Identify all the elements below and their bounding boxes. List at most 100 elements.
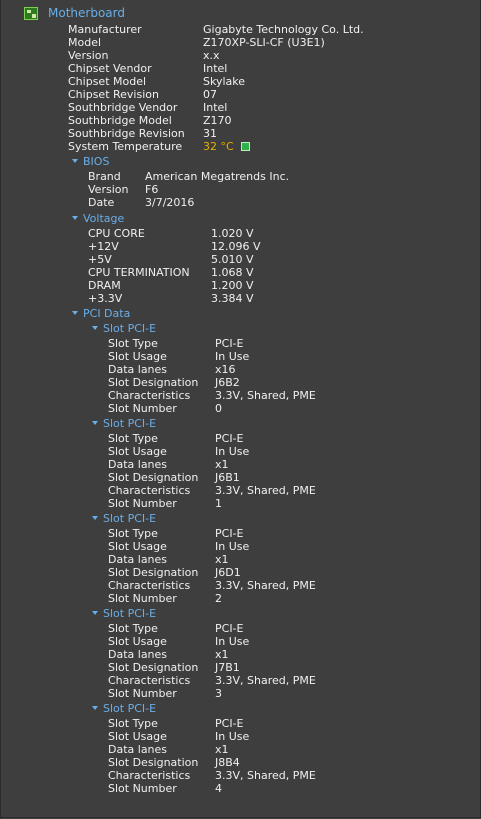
section-header-bios[interactable]: BIOS [72,155,109,168]
section-title: Slot PCI-E [103,322,157,335]
property-value: Intel [203,62,228,75]
property-value: 1.200 V [211,279,254,292]
property-key: Slot Type [108,432,158,445]
property-value: J6B2 [215,376,240,389]
property-value: 4 [215,782,222,795]
property-value: In Use [215,350,250,363]
property-key: Chipset Model [68,75,147,88]
property-value: J6D1 [215,566,241,579]
property-value: PCI-E [215,527,244,540]
property-value: J8B4 [215,756,240,769]
property-key: Slot Type [108,622,158,635]
property-key: Slot Number [108,592,177,605]
property-key: Data lanes [108,743,168,756]
property-key: Brand [88,170,121,183]
collapse-arrow-icon[interactable] [72,216,78,220]
section-title: Slot PCI-E [103,607,157,620]
collapse-arrow-icon[interactable] [92,421,98,425]
property-key: Slot Designation [108,756,199,769]
collapse-arrow-icon[interactable] [92,706,98,710]
section-header-slot-pci-e[interactable]: Slot PCI-E [92,417,156,430]
property-key: System Temperature [68,140,183,153]
property-value: Z170XP-SLI-CF (U3E1) [203,36,325,49]
property-key: +5V [88,253,112,266]
property-key: Southbridge Model [68,114,172,127]
property-key: Southbridge Revision [68,127,185,140]
collapse-arrow-icon[interactable] [92,326,98,330]
section-header-voltage[interactable]: Voltage [72,212,124,225]
property-value: 3.3V, Shared, PME [215,484,316,497]
property-key: Characteristics [108,389,191,402]
property-key: Slot Designation [108,566,199,579]
tree-root-motherboard[interactable]: Motherboard [24,5,125,21]
property-key: Chipset Vendor [68,62,152,75]
property-key: Version [88,183,129,196]
property-value: 5.010 V [211,253,254,266]
property-key: Slot Usage [108,540,167,553]
property-value: 2 [215,592,222,605]
property-key: Characteristics [108,484,191,497]
property-key: Southbridge Vendor [68,101,178,114]
property-key: +12V [88,240,119,253]
property-value: 1.020 V [211,227,254,240]
property-key: Data lanes [108,363,168,376]
section-title: Voltage [83,212,125,225]
property-value: J7B1 [215,661,240,674]
section-title: BIOS [83,155,110,168]
property-key: Slot Number [108,402,177,415]
property-value: 3.3V, Shared, PME [215,579,316,592]
section-header-slot-pci-e[interactable]: Slot PCI-E [92,322,156,335]
property-value: x16 [215,363,236,376]
property-value: Gigabyte Technology Co. Ltd. [203,23,364,36]
property-value: x1 [215,553,229,566]
property-value: PCI-E [215,622,244,635]
collapse-arrow-icon[interactable] [92,516,98,520]
property-value: 32 °C [203,140,234,153]
property-key: Characteristics [108,579,191,592]
property-key: Slot Type [108,717,158,730]
property-value: PCI-E [215,717,244,730]
property-value: American Megatrends Inc. [145,170,290,183]
property-value: J6B1 [215,471,240,484]
property-key: Chipset Revision [68,88,159,101]
property-key: Version [68,49,109,62]
property-key: Data lanes [108,458,168,471]
property-value: PCI-E [215,337,244,350]
property-value: 07 [203,88,217,101]
property-key: Slot Usage [108,445,167,458]
collapse-arrow-icon[interactable] [92,611,98,615]
section-header-pci-data[interactable]: PCI Data [72,307,130,320]
property-key: CPU TERMINATION [88,266,190,279]
property-value: PCI-E [215,432,244,445]
property-key: Slot Designation [108,661,199,674]
property-key: Characteristics [108,674,191,687]
section-header-slot-pci-e[interactable]: Slot PCI-E [92,512,156,525]
property-value: Z170 [203,114,232,127]
property-value: Intel [203,101,228,114]
section-title: Slot PCI-E [103,512,157,525]
section-header-slot-pci-e[interactable]: Slot PCI-E [92,702,156,715]
property-key: Slot Designation [108,376,199,389]
property-value: 31 [203,127,217,140]
section-header-slot-pci-e[interactable]: Slot PCI-E [92,607,156,620]
property-key: +3.3V [88,292,123,305]
property-key: Slot Usage [108,350,167,363]
property-value: x.x [203,49,220,62]
property-key: Characteristics [108,769,191,782]
property-value: Skylake [203,75,246,88]
property-value: 3.3V, Shared, PME [215,769,316,782]
property-value: 1 [215,497,222,510]
property-key: Slot Type [108,337,158,350]
collapse-arrow-icon[interactable] [72,159,78,163]
property-key: Slot Type [108,527,158,540]
property-key: Model [68,36,102,49]
property-value: 12.096 V [211,240,261,253]
property-key: Slot Number [108,497,177,510]
section-title: Slot PCI-E [103,702,157,715]
property-key: Slot Number [108,782,177,795]
property-key: Slot Designation [108,471,199,484]
property-key: Slot Usage [108,730,167,743]
collapse-arrow-icon[interactable] [72,311,78,315]
property-value: x1 [215,458,229,471]
motherboard-icon [24,6,38,20]
